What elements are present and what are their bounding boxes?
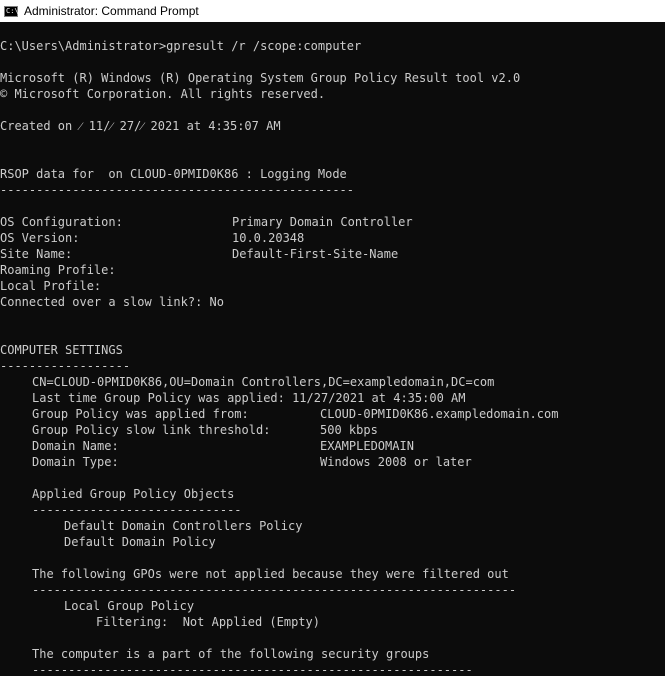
- console-text: Last time Group Policy was applied: 11/2…: [32, 391, 466, 405]
- console-line: Filtering: Not Applied (Empty): [0, 614, 665, 630]
- console-text: Default Domain Policy: [64, 535, 216, 549]
- console-text: EXAMPLEDOMAIN: [320, 439, 414, 453]
- console-text: Primary Domain Controller: [232, 215, 413, 229]
- console-text: COMPUTER SETTINGS: [0, 343, 123, 357]
- console-line: Connected over a slow link?: No: [0, 294, 665, 310]
- console-line: CN=CLOUD-0PMID0K86,OU=Domain Controllers…: [0, 374, 665, 390]
- console-text: Connected over a slow link?: No: [0, 295, 224, 309]
- console-text: Applied Group Policy Objects: [32, 487, 235, 501]
- console-line: ----------------------------------------…: [0, 582, 665, 598]
- console-line: OS Version: 10.0.20348: [0, 230, 665, 246]
- console-line: ------------------: [0, 358, 665, 374]
- console-text: Group Policy slow link threshold:: [32, 423, 271, 437]
- console-text: Windows 2008 or later: [320, 455, 472, 469]
- console-line: Last time Group Policy was applied: 11/2…: [0, 390, 665, 406]
- console-text: 500 kbps: [320, 423, 378, 437]
- console-line: Default Domain Policy: [0, 534, 665, 550]
- cmd-icon: C:\: [4, 5, 19, 17]
- console-text: RSOP data for on CLOUD-0PMID0K86 : Loggi…: [0, 167, 347, 181]
- console-line: © Microsoft Corporation. All rights rese…: [0, 86, 665, 102]
- console-text: The computer is a part of the following …: [32, 647, 430, 661]
- console-line: COMPUTER SETTINGS: [0, 342, 665, 358]
- console-text: OS Version:: [0, 231, 80, 245]
- title-bar[interactable]: C:\ Administrator: Command Prompt: [0, 0, 665, 22]
- console-text: 10.0.20348: [232, 231, 305, 245]
- console-line: C:\Users\Administrator>gpresult /r /scop…: [0, 38, 665, 54]
- console-line: Default Domain Controllers Policy: [0, 518, 665, 534]
- console-text: The following GPOs were not applied beca…: [32, 567, 509, 581]
- console-text: CN=CLOUD-0PMID0K86,OU=Domain Controllers…: [32, 375, 495, 389]
- console-line: The computer is a part of the following …: [0, 646, 665, 662]
- console-text: ------------------: [0, 359, 131, 373]
- cmd-icon-glyph: C:\: [6, 6, 19, 15]
- console-text: Created on ⁄ 11/⁄ 27/⁄ 2021 at 4:35:07 A…: [0, 119, 281, 133]
- console-line: Microsoft (R) Windows (R) Operating Syst…: [0, 70, 665, 86]
- console-line: Group Policy slow link threshold: 500 kbp…: [0, 422, 665, 438]
- console-line: RSOP data for on CLOUD-0PMID0K86 : Loggi…: [0, 166, 665, 182]
- console-line: Local Profile:: [0, 278, 665, 294]
- console-text: C:\Users\Administrator>gpresult /r /scop…: [0, 39, 362, 53]
- console-line: Created on ⁄ 11/⁄ 27/⁄ 2021 at 4:35:07 A…: [0, 118, 665, 134]
- console-text: ----------------------------------------…: [0, 183, 355, 197]
- console-line: OS Configuration: Primary Domain Controll…: [0, 214, 665, 230]
- console-text: Domain Name:: [32, 439, 119, 453]
- console-line: ----------------------------------------…: [0, 182, 665, 198]
- console-text: Filtering: Not Applied (Empty): [96, 615, 320, 629]
- console-output[interactable]: C:\Users\Administrator>gpresult /r /scop…: [0, 38, 665, 676]
- console-line: Site Name: Default-First-Site-Name: [0, 246, 665, 262]
- console-text: Microsoft (R) Windows (R) Operating Syst…: [0, 71, 521, 85]
- console-text: Site Name:: [0, 247, 73, 261]
- console-line: Local Group Policy: [0, 598, 665, 614]
- console-text: Roaming Profile:: [0, 263, 116, 277]
- console-text: ----------------------------------------…: [32, 663, 473, 676]
- console-text: CLOUD-0PMID0K86.exampledomain.com: [320, 407, 559, 421]
- console-line: Applied Group Policy Objects: [0, 486, 665, 502]
- console-line: Roaming Profile:: [0, 262, 665, 278]
- console-line: Domain Type: Windows 2008 or later: [0, 454, 665, 470]
- console-text: Default Domain Controllers Policy: [64, 519, 303, 533]
- console-line: Domain Name: EXAMPLEDOMAIN: [0, 438, 665, 454]
- console-text: Group Policy was applied from:: [32, 407, 249, 421]
- console-text: Domain Type:: [32, 455, 119, 469]
- console-text: Local Group Policy: [64, 599, 195, 613]
- command-prompt-window: C:\ Administrator: Command Prompt C:\Use…: [0, 0, 665, 676]
- console-line: ----------------------------------------…: [0, 662, 665, 676]
- console-text: Default-First-Site-Name: [232, 247, 399, 261]
- console-line: The following GPOs were not applied beca…: [0, 566, 665, 582]
- console-text: -----------------------------: [32, 503, 242, 517]
- console-line: Group Policy was applied from: CLOUD-0PMI…: [0, 406, 665, 422]
- window-title: Administrator: Command Prompt: [24, 4, 199, 18]
- console-line: -----------------------------: [0, 502, 665, 518]
- console-text: OS Configuration:: [0, 215, 123, 229]
- console-text: Local Profile:: [0, 279, 102, 293]
- console-text: ----------------------------------------…: [32, 583, 517, 597]
- console-text: © Microsoft Corporation. All rights rese…: [0, 87, 326, 101]
